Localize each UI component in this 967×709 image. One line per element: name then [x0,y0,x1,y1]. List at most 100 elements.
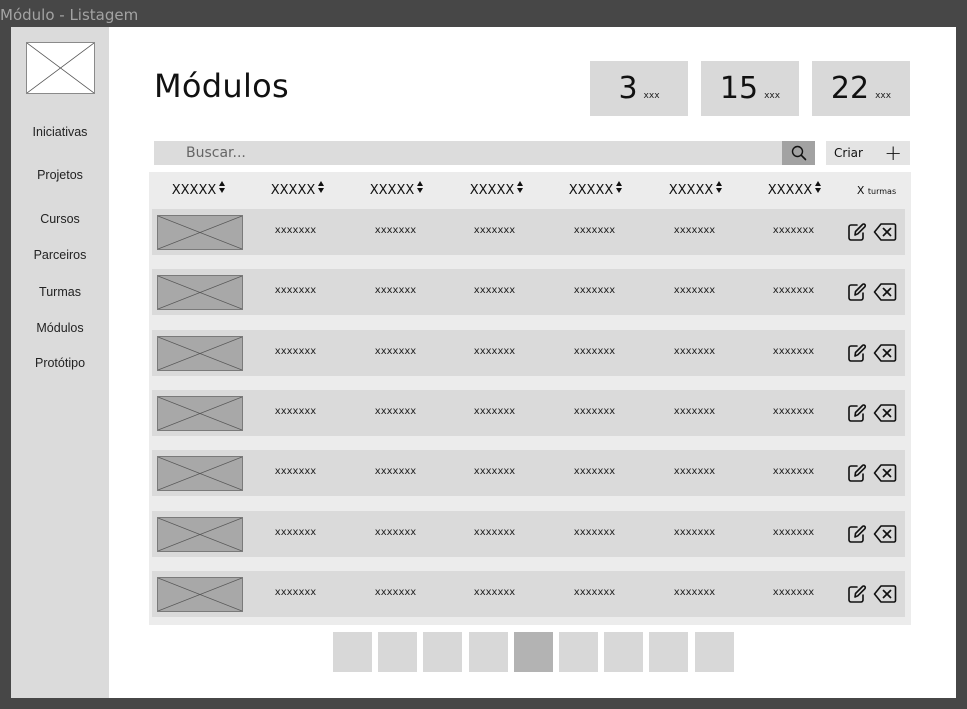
create-button[interactable]: Criar + [826,141,910,165]
delete-icon[interactable] [873,281,897,303]
sidebar-item-parceiros[interactable]: Parceiros [11,248,109,262]
sort-icon[interactable] [616,181,623,196]
table-row[interactable]: xxxxxxx xxxxxxx xxxxxxx xxxxxxx xxxxxxx xxxxx… [152,209,905,255]
table-row[interactable]: xxxxxxx xxxxxxx xxxxxxx xxxxxxx xxxxxxx xxxxx… [152,511,905,557]
search-input[interactable] [154,141,782,165]
table-cell: xxxxxxx [473,466,516,477]
column-header-label: XXXXX [171,183,217,198]
edit-icon[interactable] [846,583,868,605]
edit-icon[interactable] [846,281,868,303]
stat-card: 22 xxx [812,61,910,116]
create-button-label: Criar [834,146,863,160]
column-header-label: XXXXX [767,183,813,198]
table-cell: xxxxxxx [573,466,616,477]
delete-icon[interactable] [873,583,897,605]
table-cell: xxxxxxx [374,225,417,236]
table-cell: xxxxxxx [473,285,516,296]
image-placeholder-icon [157,577,243,612]
page-button[interactable] [423,632,463,672]
plus-icon: + [884,140,902,165]
edit-icon[interactable] [846,402,868,424]
search-button[interactable] [782,141,815,165]
table-header: XXXXX XXXXX XXXXX XXXXX XXXXX XXXXX XXXXX X tur… [149,172,911,206]
table-cell: xxxxxxx [274,587,317,598]
stat-unit: xxx [875,90,892,101]
table-cell: xxxxxxx [673,527,716,538]
edit-icon[interactable] [846,523,868,545]
sidebar: Iniciativas Projetos Cursos Parceiros Tu… [11,27,109,698]
sidebar-item-prototipo[interactable]: Protótipo [11,356,109,370]
delete-icon[interactable] [873,402,897,424]
table-cell: xxxxxxx [473,587,516,598]
table-row[interactable]: xxxxxxx xxxxxxx xxxxxxx xxxxxxx xxxxxxx xxxxx… [152,571,905,617]
table-cell: xxxxxxx [473,527,516,538]
column-header[interactable]: XXXXX [248,181,347,198]
sidebar-item-modulos[interactable]: Módulos [11,321,109,335]
delete-icon[interactable] [873,462,897,484]
edit-icon[interactable] [846,462,868,484]
image-placeholder-icon [157,396,243,431]
stat-card: 15 xxx [701,61,799,116]
sort-icon[interactable] [815,181,822,196]
sidebar-item-projetos[interactable]: Projetos [11,168,109,182]
table-cell: xxxxxxx [573,225,616,236]
table-cell: xxxxxxx [772,527,815,538]
sidebar-item-turmas[interactable]: Turmas [11,285,109,299]
edit-icon[interactable] [846,342,868,364]
table-cell: xxxxxxx [374,346,417,357]
table-row[interactable]: xxxxxxx xxxxxxx xxxxxxx xxxxxxx xxxxxxx xxxxx… [152,269,905,315]
table-cell: xxxxxxx [374,466,417,477]
column-header[interactable]: XXXXX [447,181,546,198]
page-button[interactable] [694,632,734,672]
table-row[interactable]: xxxxxxx xxxxxxx xxxxxxx xxxxxxx xxxxxxx xxxxx… [152,450,905,496]
app-canvas: Iniciativas Projetos Cursos Parceiros Tu… [11,27,956,698]
table-cell: xxxxxxx [374,285,417,296]
table-cell: xxxxxxx [772,346,815,357]
stat-value: 3 [618,71,638,106]
table-cell: xxxxxxx [673,346,716,357]
column-header[interactable]: XXXXX [745,181,844,198]
image-placeholder-icon [157,215,243,250]
table-row[interactable]: xxxxxxx xxxxxxx xxxxxxx xxxxxxx xxxxxxx xxxxx… [152,330,905,376]
window-title: Módulo - Listagem [0,6,139,24]
sidebar-item-cursos[interactable]: Cursos [11,212,109,226]
table-cell: xxxxxxx [573,527,616,538]
page-button[interactable] [649,632,689,672]
column-header[interactable]: XXXXX [347,181,446,198]
sort-icon[interactable] [219,181,226,196]
sort-icon[interactable] [417,181,424,196]
sort-icon[interactable] [716,181,723,196]
delete-icon[interactable] [873,523,897,545]
search-bar [154,141,815,165]
page-button[interactable] [468,632,508,672]
table-cell: xxxxxxx [274,225,317,236]
table-cell: xxxxxxx [772,466,815,477]
stat-value: 22 [830,71,870,106]
table-cell: xxxxxxx [374,406,417,417]
column-header-label: XXXXX [369,183,415,198]
table-cell: xxxxxxx [374,527,417,538]
column-header[interactable]: XXXXX [546,181,645,198]
sort-icon[interactable] [517,181,524,196]
page-button[interactable] [604,632,644,672]
sort-icon[interactable] [318,181,325,196]
column-header[interactable]: XXXXX [149,181,248,198]
column-header-label: XXXXX [668,183,714,198]
edit-icon[interactable] [846,221,868,243]
table-row[interactable]: xxxxxxx xxxxxxx xxxxxxx xxxxxxx xxxxxxx xxxxx… [152,390,905,436]
table-cell: xxxxxxx [274,346,317,357]
image-placeholder-icon [157,517,243,552]
image-placeholder-icon [157,275,243,310]
delete-icon[interactable] [873,342,897,364]
delete-icon[interactable] [873,221,897,243]
page-button-active[interactable] [513,632,553,672]
column-header[interactable]: XXXXX [646,181,745,198]
page-button[interactable] [333,632,372,672]
stat-value: 15 [719,71,759,106]
sidebar-item-iniciativas[interactable]: Iniciativas [11,125,109,139]
table-cell: xxxxxxx [473,406,516,417]
table-cell: xxxxxxx [772,587,815,598]
page-button[interactable] [559,632,598,672]
page-button[interactable] [378,632,418,672]
table-cell: xxxxxxx [772,225,815,236]
